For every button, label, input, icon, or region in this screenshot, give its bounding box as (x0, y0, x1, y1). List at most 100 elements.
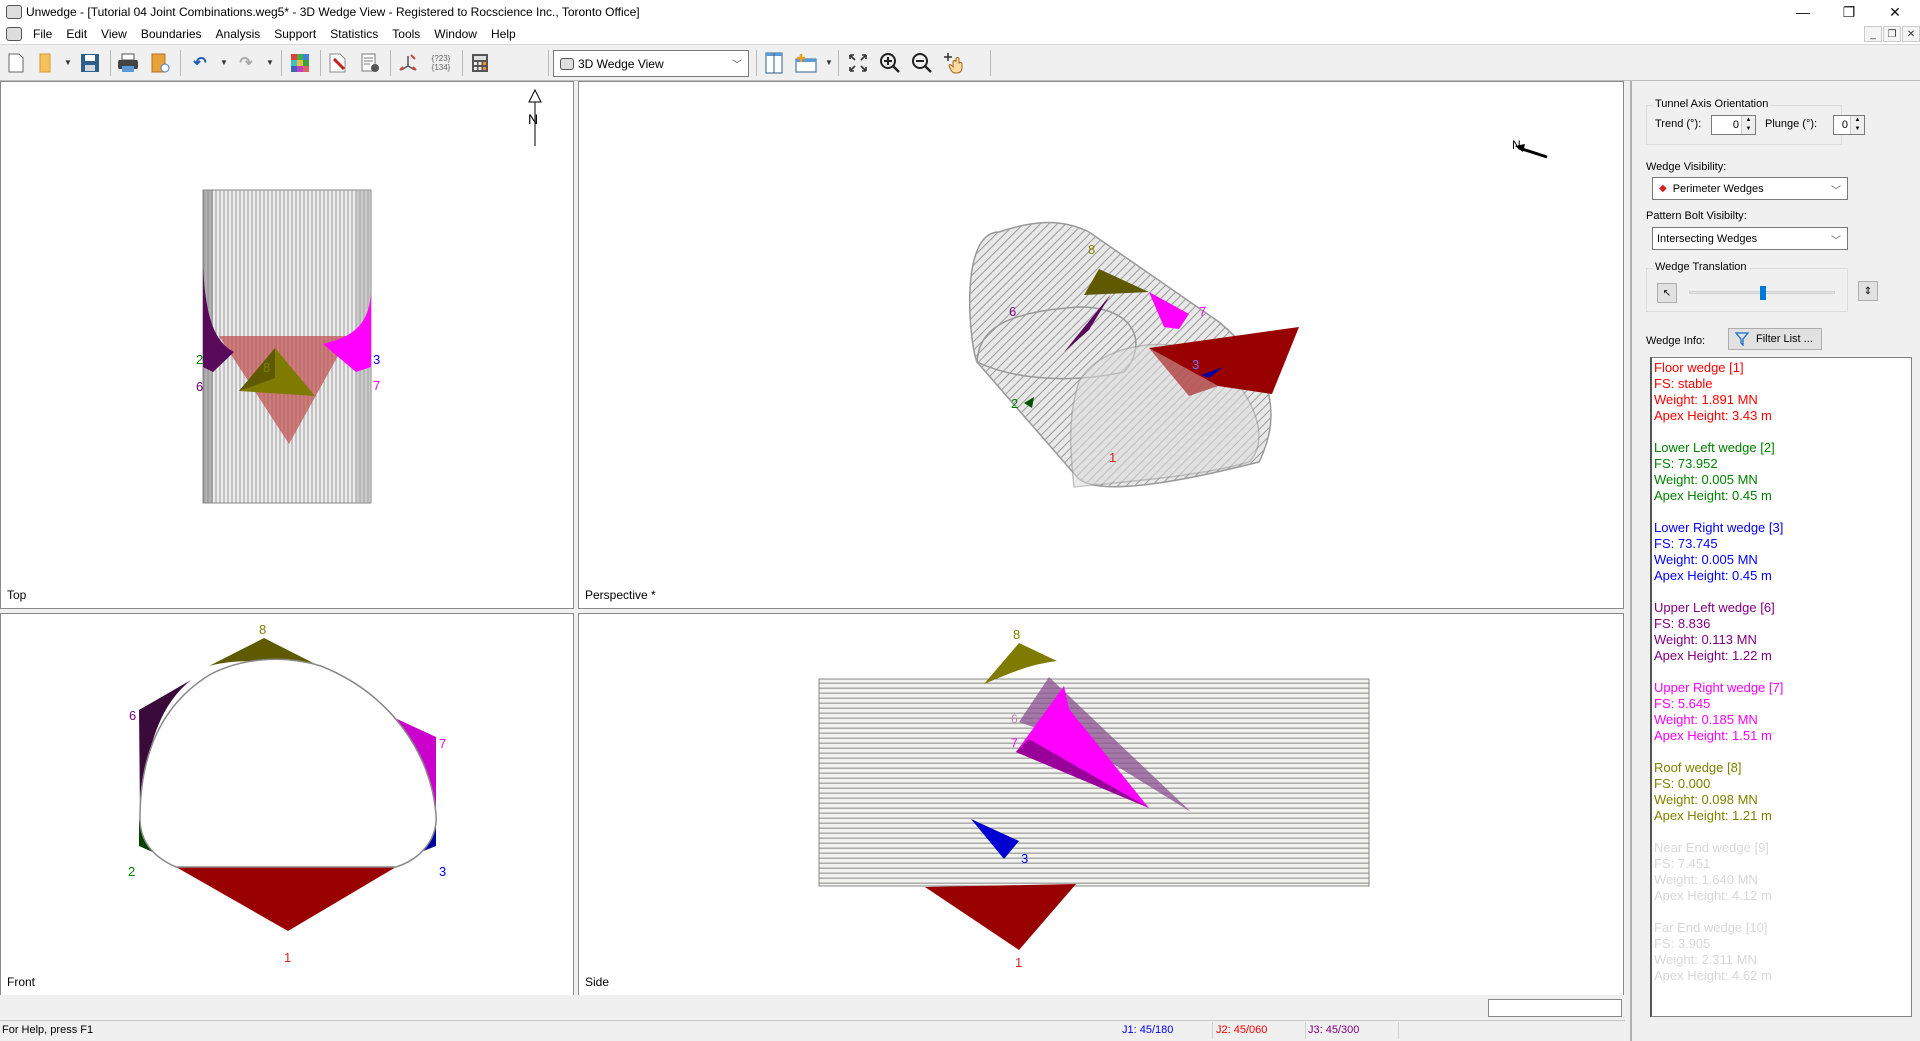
tunnel-axis-group: Tunnel Axis Orientation Trend (°): 0 ▲ ▼ … (1646, 98, 1865, 145)
zoom-out-button[interactable] (910, 51, 934, 75)
zoom-extents-button[interactable] (846, 51, 870, 75)
wedge-label-3: 3 (439, 864, 446, 879)
mdi-restore-button[interactable]: ❐ (1883, 26, 1901, 42)
document-icon[interactable] (6, 27, 22, 41)
floor-wedge-side (925, 884, 1076, 950)
menu-window[interactable]: Window (427, 27, 484, 41)
menu-edit[interactable]: Edit (59, 27, 94, 41)
wedge-label-8: 8 (259, 622, 266, 637)
print-button[interactable] (116, 51, 140, 75)
numbering-button[interactable]: {?23} {134} (426, 51, 456, 75)
wedge-label-3: 3 (373, 352, 380, 367)
perspective-view-pane[interactable]: N 8 6 7 2 3 1 Perspective * (578, 81, 1624, 609)
spinner-arrows-icon[interactable]: ▲ ▼ (1741, 116, 1755, 134)
translate-start-button[interactable]: ↖ (1657, 283, 1677, 303)
new-view-dropdown-arrow[interactable]: ▼ (825, 58, 833, 67)
wedge-info-item: Upper Left wedge [6] FS: 8.836 Weight: 0.1… (1654, 600, 1909, 664)
translate-end-icon: ⇕ (1863, 285, 1873, 297)
perspective-view-label: Perspective * (585, 588, 656, 602)
open-button[interactable] (34, 51, 58, 75)
wedge-label-1: 1 (1109, 450, 1116, 465)
joint-set-2: J2: 45/060 (1216, 1024, 1268, 1036)
wedge-label-8: 8 (263, 360, 270, 375)
new-file-button[interactable] (4, 51, 28, 75)
wedge-visibility-value: Perimeter Wedges (1672, 182, 1764, 195)
chevron-down-icon: ﹀ (1831, 236, 1841, 247)
side-view-pane[interactable]: 8 6 7 3 1 Side (578, 613, 1624, 996)
translation-slider-thumb[interactable] (1760, 286, 1766, 300)
zoom-in-button[interactable] (878, 51, 902, 75)
document-settings-button[interactable] (358, 51, 382, 75)
menu-boundaries[interactable]: Boundaries (134, 27, 209, 41)
open-dropdown-arrow[interactable]: ▼ (64, 58, 72, 67)
wedge-label-3: 3 (1192, 357, 1199, 372)
wedge-info-weight: Weight: 0.005 MN (1654, 552, 1758, 567)
new-view-button[interactable] (794, 51, 818, 75)
wedge-visibility-select[interactable]: ◆ Perimeter Wedges ﹀ (1652, 177, 1848, 200)
roof-wedge-side (984, 643, 1057, 684)
wedge-label-3: 3 (1021, 851, 1028, 866)
mdi-close-button[interactable]: ✕ (1902, 26, 1920, 42)
spinner-arrows-icon[interactable]: ▲ ▼ (1850, 116, 1864, 134)
pan-button[interactable] (942, 51, 966, 75)
status-bar: For Help, press F1 J1: 45/180 J2: 45/060… (0, 1020, 1625, 1040)
bolt-visibility-select[interactable]: Intersecting Wedges ﹀ (1652, 227, 1848, 250)
edit-button[interactable] (326, 51, 350, 75)
menu-analysis[interactable]: Analysis (209, 27, 268, 41)
restore-button[interactable]: ❐ (1826, 0, 1872, 24)
wedge-info-apex: Apex Height: 1.21 m (1654, 808, 1772, 823)
minimize-button[interactable]: — (1780, 0, 1826, 24)
top-view-pane[interactable]: N 2 6 8 3 7 Top (0, 81, 574, 609)
wedge-info-weight: Weight: 0.185 MN (1654, 712, 1758, 727)
wedge-label-6: 6 (196, 379, 203, 394)
redo-icon: ↷ (239, 55, 253, 72)
bolt-visibility-value: Intersecting Wedges (1657, 232, 1758, 245)
wedge-info-item: Near End wedge [9] FS: 7.451 Weight: 1.640… (1654, 840, 1909, 904)
coordinate-box (1488, 999, 1622, 1017)
undo-dropdown-arrow[interactable]: ▼ (220, 58, 228, 67)
wedge-info-apex: Apex Height: 3.43 m (1654, 408, 1772, 423)
front-view-pane[interactable]: 8 6 7 2 3 1 Front (0, 613, 574, 996)
wedge-info-name: Upper Right wedge [7] (1654, 680, 1784, 695)
zoom-extents-icon (849, 54, 867, 72)
floor-wedge-front (176, 867, 396, 931)
wedge-info-item: Upper Right wedge [7] FS: 5.645 Weight: 0.… (1654, 680, 1909, 744)
calculator-button[interactable] (468, 51, 492, 75)
save-button[interactable] (78, 51, 102, 75)
color-grid-button[interactable] (288, 51, 312, 75)
mdi-minimize-button[interactable]: _ (1864, 26, 1882, 42)
wedge-info-list[interactable]: Floor wedge [1] FS: stable Weight: 1.891 M… (1650, 357, 1912, 1017)
undo-button[interactable]: ↶ (188, 51, 212, 75)
wedge-label-1: 1 (284, 950, 291, 965)
export-button[interactable] (148, 51, 172, 75)
menu-help[interactable]: Help (484, 27, 523, 41)
translate-end-button[interactable]: ⇕ (1858, 281, 1878, 301)
close-button[interactable]: ✕ (1872, 0, 1918, 24)
joint-combination-button[interactable] (396, 51, 420, 75)
redo-button[interactable]: ↷ (234, 51, 258, 75)
filter-list-label: Filter List ... (1756, 333, 1813, 345)
wedge-info-fs: FS: 73.952 (1654, 456, 1718, 471)
north-label: N (1512, 138, 1521, 152)
wedge-info-item: Roof wedge [8] FS: 0.000 Weight: 0.098 MN A… (1654, 760, 1909, 824)
wedge-info-fs: FS: 73.745 (1654, 536, 1718, 551)
trend-spinner[interactable]: 0 ▲ ▼ (1711, 115, 1756, 135)
wedge-label-1: 1 (1015, 955, 1022, 970)
menu-file[interactable]: File (26, 27, 59, 41)
menu-tools[interactable]: Tools (385, 27, 427, 41)
menu-statistics[interactable]: Statistics (323, 27, 385, 41)
redo-dropdown-arrow[interactable]: ▼ (266, 58, 274, 67)
menu-support[interactable]: Support (267, 27, 323, 41)
wedge-info-fs: FS: 3.905 (1654, 936, 1711, 951)
layout-button[interactable] (762, 51, 786, 75)
menu-view[interactable]: View (94, 27, 134, 41)
plunge-spinner[interactable]: 0 ▲ ▼ (1833, 115, 1865, 135)
view-select[interactable]: 3D Wedge View ﹀ (553, 50, 749, 77)
filter-list-button[interactable]: Filter List ... (1728, 328, 1822, 350)
wedge-info-fs: FS: 0.000 (1654, 776, 1711, 791)
undo-icon: ↶ (193, 55, 207, 72)
translation-slider[interactable] (1689, 286, 1835, 300)
trend-label: Trend (°): (1655, 118, 1702, 130)
side-view-label: Side (585, 975, 610, 989)
front-view-canvas: 8 6 7 2 3 1 (128, 622, 446, 965)
